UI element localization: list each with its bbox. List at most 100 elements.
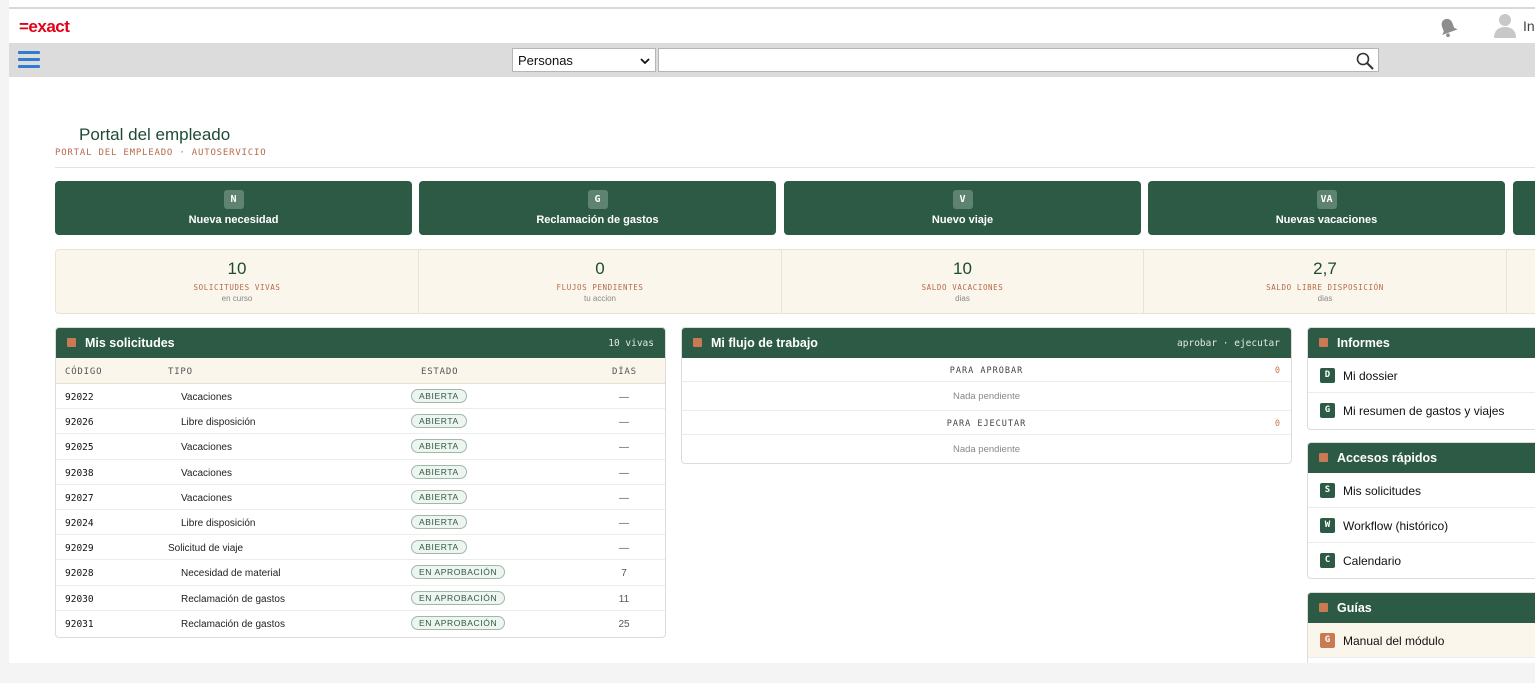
col-estado[interactable]: ESTADO xyxy=(421,367,458,377)
search-scope-value: Personas xyxy=(518,53,573,68)
search-icon[interactable] xyxy=(1355,51,1375,71)
workflow-section-aprobar: PARA APROBAR 0 xyxy=(682,358,1291,382)
user-name[interactable]: In xyxy=(1523,18,1535,34)
table-row[interactable]: 92038 Vacaciones ABIERTA — xyxy=(56,460,665,485)
table-row[interactable]: 92030 Reclamación de gastos EN APROBACIÓN 1… xyxy=(56,586,665,611)
panel-marker-icon xyxy=(67,338,76,347)
cell-code: 92024 xyxy=(65,517,94,529)
action-nueva-necesidad[interactable]: N Nueva necesidad xyxy=(55,181,412,235)
quick-item-workflow[interactable]: W Workflow (histórico) xyxy=(1308,508,1535,543)
top-border xyxy=(9,0,1535,9)
stat-value: 0 xyxy=(595,259,605,278)
col-tipo[interactable]: TIPO xyxy=(168,367,193,377)
action-badge: N xyxy=(223,190,244,209)
requests-table-header: CÓDIGO TIPO ESTADO DÍAS xyxy=(56,358,665,384)
table-row[interactable]: 92029 Solicitud de viaje ABIERTA — xyxy=(56,535,665,561)
cell-type: Necesidad de material xyxy=(181,568,281,580)
cell-days: — xyxy=(619,417,629,429)
main-content: Portal del empleado PORTAL DEL EMPLEADO … xyxy=(9,77,1535,663)
report-item-dossier[interactable]: D Mi dossier xyxy=(1308,358,1535,393)
exact-logo[interactable]: =exact xyxy=(19,17,70,37)
workflow-title: Mi flujo de trabajo xyxy=(711,336,818,350)
action-badge: V xyxy=(952,190,973,209)
section-count: 0 xyxy=(1274,419,1281,429)
workflow-section-ejecutar: PARA EJECUTAR 0 xyxy=(682,411,1291,435)
stat-sub: dias xyxy=(955,294,970,303)
panel-marker-icon xyxy=(1319,453,1328,462)
cell-days: — xyxy=(619,492,629,504)
cell-code: 92038 xyxy=(65,467,94,479)
stat-saldo-libre-disposicion: 2,7 SALDO LIBRE DISPOSICIÓN dias xyxy=(1144,250,1507,313)
item-key: G xyxy=(1320,403,1335,418)
table-row[interactable]: 92027 Vacaciones ABIERTA — xyxy=(56,485,665,510)
guides-panel-header: Guías xyxy=(1308,593,1535,623)
section-count: 0 xyxy=(1274,366,1281,376)
requests-count: 10 vivas xyxy=(608,338,654,349)
item-label: Mi dossier xyxy=(1343,369,1398,383)
cell-days: 25 xyxy=(618,618,630,630)
col-dias[interactable]: DÍAS xyxy=(612,367,637,377)
stat-flujos-pendientes: 0 FLUJOS PENDIENTES tu accion xyxy=(419,250,782,313)
stats-bar: 10 SOLICITUDES VIVAS en curso 0 FLUJOS P… xyxy=(55,249,1535,314)
action-label: Reclamación de gastos xyxy=(536,214,659,226)
col-codigo[interactable]: CÓDIGO xyxy=(65,367,102,377)
guides-panel: Guías G Manual del módulo xyxy=(1307,592,1535,663)
status-badge: ABIERTA xyxy=(411,439,467,454)
report-item-resumen-gastos[interactable]: G Mi resumen de gastos y viajes xyxy=(1308,393,1535,428)
item-label: Workflow (histórico) xyxy=(1343,519,1449,533)
app-header: =exact In xyxy=(9,9,1535,43)
item-key: W xyxy=(1320,518,1335,533)
reports-panel-header: Informes xyxy=(1308,328,1535,358)
user-avatar-icon[interactable] xyxy=(1493,12,1517,38)
stat-sub: tu accion xyxy=(583,294,617,303)
quick-access-panel-header: Accesos rápidos xyxy=(1308,443,1535,473)
item-key: D xyxy=(1320,368,1335,383)
action-badge: G xyxy=(587,190,608,209)
table-row[interactable]: 92024 Libre disposición ABIERTA — xyxy=(56,510,665,536)
action-more[interactable] xyxy=(1513,181,1535,235)
stat-value: 10 xyxy=(953,259,972,278)
cell-days: 7 xyxy=(621,568,627,580)
toolbar: Personas xyxy=(9,43,1535,77)
status-badge: ABIERTA xyxy=(411,514,467,529)
chevron-down-icon xyxy=(640,58,650,65)
cell-days: — xyxy=(619,392,629,403)
action-label: Nuevo viaje xyxy=(931,214,994,226)
reports-title: Informes xyxy=(1337,336,1390,350)
cell-code: 92027 xyxy=(65,492,94,504)
table-row[interactable]: 92022 Vacaciones ABIERTA — xyxy=(56,384,665,410)
cell-type: Vacaciones xyxy=(181,392,232,403)
action-nuevas-vacaciones[interactable]: VA Nuevas vacaciones xyxy=(1148,181,1505,235)
empty-message: Nada pendiente xyxy=(952,444,1021,455)
quick-item-calendario[interactable]: C Calendario xyxy=(1308,543,1535,578)
workflow-panel-header: Mi flujo de trabajo aprobar · ejecutar xyxy=(682,328,1291,358)
status-badge: ABIERTA xyxy=(411,540,467,555)
section-label: PARA APROBAR xyxy=(949,366,1024,376)
guide-item-manual[interactable]: G Manual del módulo xyxy=(1308,623,1535,658)
action-badge: VA xyxy=(1316,190,1337,209)
quick-item-mis-solicitudes[interactable]: S Mis solicitudes xyxy=(1308,473,1535,508)
stat-caption: SALDO VACACIONES xyxy=(921,283,1004,292)
table-row[interactable]: 92025 Vacaciones ABIERTA — xyxy=(56,434,665,460)
quick-access-panel: Accesos rápidos S Mis solicitudes W Work… xyxy=(1307,442,1535,579)
item-label: Calendario xyxy=(1343,554,1402,568)
table-row[interactable]: 92031 Reclamación de gastos EN APROBACIÓN 2… xyxy=(56,611,665,636)
stat-saldo-vacaciones: 10 SALDO VACACIONES dias xyxy=(782,250,1144,313)
cell-type: Libre disposición xyxy=(181,517,256,529)
search-scope-select[interactable]: Personas xyxy=(512,48,656,72)
requests-table-body: 92022 Vacaciones ABIERTA — 92026 Libre dispos… xyxy=(56,384,665,636)
cell-type: Vacaciones xyxy=(181,442,232,454)
search-input[interactable] xyxy=(658,48,1379,72)
action-reclamacion-gastos[interactable]: G Reclamación de gastos xyxy=(419,181,776,235)
table-row[interactable]: 92026 Libre disposición ABIERTA — xyxy=(56,409,665,435)
section-label: PARA EJECUTAR xyxy=(946,419,1027,429)
action-nuevo-viaje[interactable]: V Nuevo viaje xyxy=(784,181,1141,235)
table-row[interactable]: 92028 Necesidad de material EN APROBACIÓN 7 xyxy=(56,560,665,586)
menu-icon[interactable] xyxy=(18,51,40,69)
cell-days: — xyxy=(619,543,629,555)
bell-icon[interactable] xyxy=(1437,16,1459,38)
panel-marker-icon xyxy=(693,338,702,347)
cell-code: 92029 xyxy=(65,543,94,555)
cell-code: 92022 xyxy=(65,392,94,403)
stat-solicitudes-vivas: 10 SOLICITUDES VIVAS en curso xyxy=(56,250,419,313)
